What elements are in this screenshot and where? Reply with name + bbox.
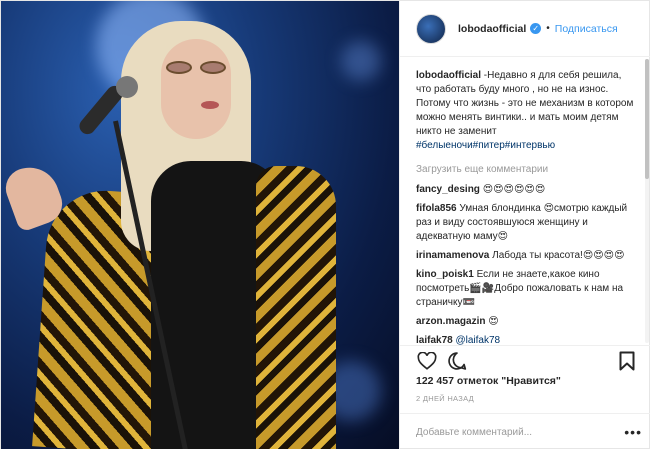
comment-username[interactable]: irinamamenova (416, 250, 489, 261)
post-photo[interactable] (1, 1, 399, 449)
username-link[interactable]: lobodaofficial (458, 23, 526, 35)
comment-text: 😍😍😍😍😍😍 (479, 184, 546, 195)
speech-bubble-icon[interactable] (446, 350, 468, 372)
comment-username[interactable]: laifak78 (416, 335, 453, 345)
comment-username[interactable]: fifola856 (416, 203, 457, 214)
comment-username[interactable]: fancy_desing (416, 184, 480, 195)
post-caption: lobodaofficial -Недавно я для себя решил… (416, 69, 638, 153)
post-timestamp[interactable]: 2 ДНЕЙ НАЗАД (416, 394, 474, 403)
comment-text: 😍 (485, 316, 499, 327)
comment-item: fifola856 Умная блондинка 😍смотрю каждый… (416, 202, 638, 244)
comment-mention[interactable]: @laifak78 (455, 335, 500, 345)
instagram-post: lobodaofficial ✓ • Подписаться lobodaoff… (0, 0, 650, 449)
comment-item: irinamamenova Лабода ты красота!😍😍😍😍 (416, 249, 638, 263)
separator-dot: • (546, 23, 550, 34)
caption-username[interactable]: lobodaofficial (416, 70, 481, 81)
scrollbar-thumb[interactable] (645, 59, 649, 179)
jacket-right (256, 166, 336, 449)
comment-item: kino_poisk1 Если не знаете,какое кино по… (416, 268, 638, 310)
avatar[interactable] (416, 13, 446, 44)
caption-hashtags[interactable]: #белыеночи#питер#интервью (416, 140, 555, 151)
verified-badge-icon: ✓ (530, 23, 542, 34)
comment-item: laifak78 @laifak78 (416, 334, 638, 345)
post-header: lobodaofficial ✓ • Подписаться (400, 1, 650, 57)
stage-light (341, 41, 381, 81)
post-side-panel: lobodaofficial ✓ • Подписаться lobodaoff… (399, 1, 650, 449)
comments-scrollbar[interactable] (645, 59, 649, 343)
comment-item: fancy_desing 😍😍😍😍😍😍 (416, 183, 638, 197)
microphone-head (116, 76, 138, 98)
face (161, 39, 231, 139)
comment-input[interactable] (416, 426, 625, 438)
add-comment-bar: ••• (400, 413, 650, 449)
lips (201, 101, 219, 109)
post-actions (400, 345, 650, 375)
heart-outline-icon[interactable] (416, 350, 438, 372)
load-more-comments-link[interactable]: Загрузить еще комментарии (416, 163, 638, 177)
sunglasses (166, 61, 230, 75)
comment-item: arzon.magazin 😍 (416, 315, 638, 329)
comments-list[interactable]: lobodaofficial -Недавно я для себя решил… (400, 57, 650, 345)
more-options-icon[interactable]: ••• (624, 424, 642, 440)
comment-username[interactable]: kino_poisk1 (416, 269, 474, 280)
comment-username[interactable]: arzon.magazin (416, 316, 485, 327)
comment-text: Лабода ты красота!😍😍😍😍 (489, 250, 625, 261)
likes-count[interactable]: 122 457 отметок "Нравится" (416, 375, 561, 387)
follow-button[interactable]: Подписаться (555, 23, 618, 35)
bookmark-icon[interactable] (616, 350, 638, 372)
